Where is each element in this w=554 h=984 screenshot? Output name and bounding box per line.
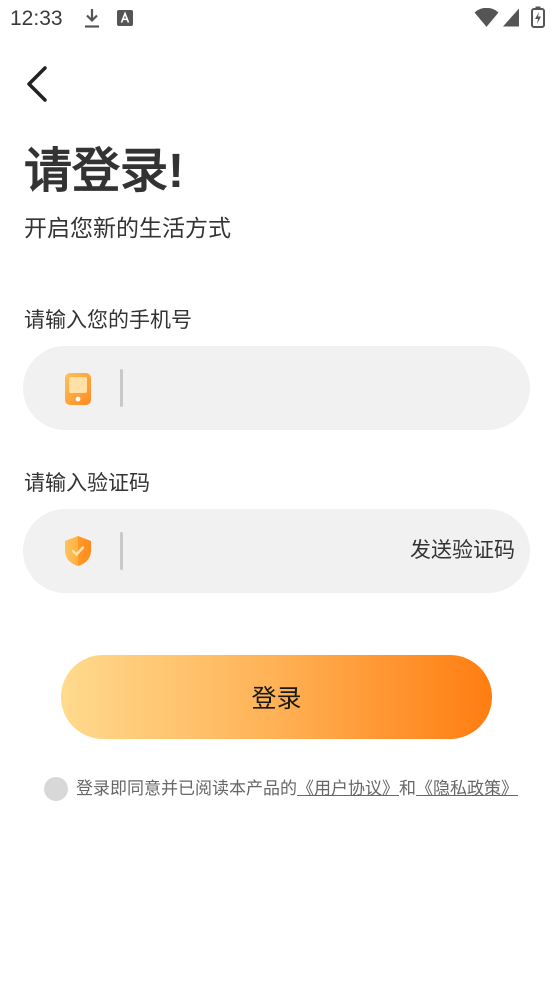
agreement-prefix: 登录即同意并已阅读本产品的 xyxy=(76,779,297,798)
wifi-icon xyxy=(474,8,499,27)
battery-charging-icon xyxy=(531,6,545,28)
status-time: 12:33 xyxy=(10,7,63,30)
agreement-checkbox[interactable] xyxy=(44,777,68,801)
shield-check-icon xyxy=(65,536,91,566)
font-a-icon xyxy=(117,10,133,26)
phone-field-divider xyxy=(120,369,123,407)
privacy-policy-link[interactable]: 《隐私政策》 xyxy=(416,779,518,798)
code-field-divider xyxy=(120,532,123,570)
signal-icon xyxy=(503,8,519,27)
phone-label: 请输入您的手机号 xyxy=(24,309,192,332)
status-bar: 12:33 xyxy=(0,0,554,38)
page-subtitle: 开启您新的生活方式 xyxy=(24,215,231,241)
page-title: 请登录! xyxy=(24,145,184,198)
code-label: 请输入验证码 xyxy=(24,472,150,495)
agreement-and: 和 xyxy=(399,779,416,798)
login-button[interactable]: 登录 xyxy=(61,655,492,739)
phone-input[interactable] xyxy=(135,346,505,430)
login-button-label: 登录 xyxy=(251,685,302,713)
agreement-text: 登录即同意并已阅读本产品的《用户协议》和《隐私政策》 xyxy=(76,775,518,803)
send-code-button[interactable]: 发送验证码 xyxy=(410,509,515,593)
download-icon xyxy=(85,9,99,28)
user-agreement-link[interactable]: 《用户协议》 xyxy=(297,779,399,798)
chevron-left-icon xyxy=(27,66,47,102)
code-input[interactable] xyxy=(135,509,395,593)
code-field[interactable]: 发送验证码 xyxy=(23,509,530,593)
phone-icon xyxy=(65,373,91,405)
back-button[interactable] xyxy=(17,62,57,106)
phone-field[interactable] xyxy=(23,346,530,430)
